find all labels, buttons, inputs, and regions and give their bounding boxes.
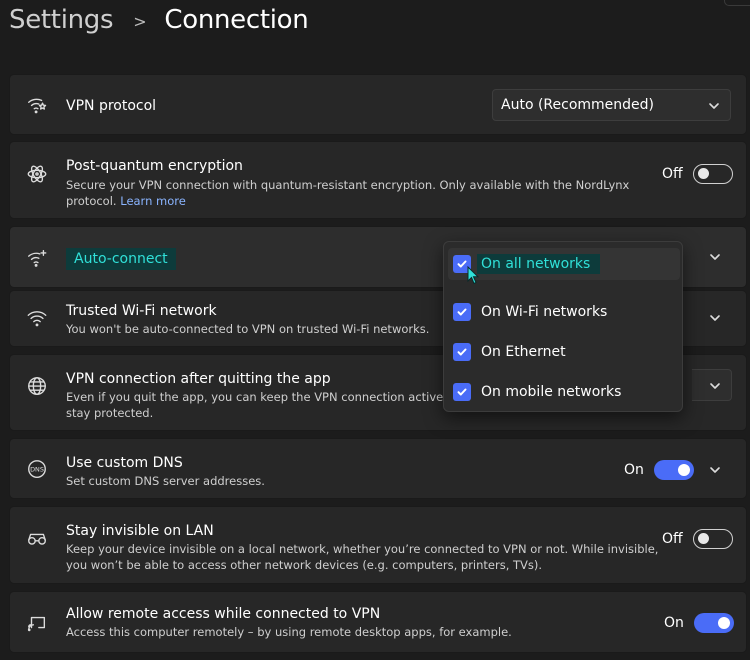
- invisible-lan-desc-line2: you won’t be able to access other networ…: [66, 558, 543, 572]
- vpn-protocol-select-value: Auto (Recommended): [501, 97, 655, 113]
- globe-icon: [25, 374, 49, 398]
- remote-access-toggle-wrap: On: [664, 613, 734, 633]
- post-quantum-toggle[interactable]: [692, 164, 733, 184]
- glasses-icon: [25, 527, 49, 551]
- vpn-protocol-icon: [25, 93, 49, 117]
- vpn-protocol-row: VPN protocol Auto (Recommended): [9, 74, 747, 135]
- remote-access-title: Allow remote access while connected to V…: [66, 606, 381, 622]
- invisible-lan-desc-line1: Keep your device invisible on a local ne…: [66, 542, 659, 556]
- after-quit-title: VPN connection after quitting the app: [66, 371, 331, 387]
- after-quit-select[interactable]: [692, 369, 732, 401]
- after-quit-desc: Even if you quit the app, you can keep t…: [66, 389, 480, 421]
- invisible-lan-desc: Keep your device invisible on a local ne…: [66, 541, 658, 573]
- learn-more-link[interactable]: Learn more: [120, 194, 186, 208]
- chevron-down-icon[interactable]: [707, 249, 723, 265]
- checkbox-checked-icon: [453, 303, 471, 321]
- breadcrumb-settings[interactable]: Settings: [9, 5, 114, 35]
- vpn-protocol-title: VPN protocol: [66, 98, 157, 114]
- dropdown-item-label: On mobile networks: [481, 384, 622, 400]
- post-quantum-title: Post-quantum encryption: [66, 158, 243, 174]
- wifi-icon: [25, 306, 49, 330]
- mouse-cursor-icon: [467, 266, 479, 285]
- remote-access-row: Allow remote access while connected to V…: [9, 591, 747, 653]
- custom-dns-toggle[interactable]: [653, 460, 694, 480]
- custom-dns-title: Use custom DNS: [66, 455, 183, 471]
- dns-icon: DNS: [25, 457, 49, 481]
- dropdown-item-all-networks[interactable]: On all networks: [448, 248, 680, 280]
- trusted-wifi-desc: You won't be auto-connected to VPN on tr…: [66, 322, 430, 336]
- remote-access-desc: Access this computer remotely – by using…: [66, 625, 512, 639]
- custom-dns-toggle-wrap: On: [624, 460, 694, 480]
- invisible-lan-toggle[interactable]: [692, 529, 733, 549]
- invisible-lan-state: Off: [662, 531, 683, 547]
- custom-dns-row[interactable]: DNS Use custom DNS Set custom DNS server…: [9, 438, 747, 499]
- window-corner: [724, 0, 750, 6]
- custom-dns-state: On: [624, 462, 644, 478]
- remote-access-state: On: [664, 615, 684, 631]
- checkbox-checked-icon: [453, 383, 471, 401]
- invisible-lan-toggle-wrap: Off: [662, 529, 733, 549]
- post-quantum-desc: Secure your VPN connection with quantum-…: [66, 177, 629, 209]
- chevron-down-icon[interactable]: [707, 462, 723, 478]
- checkbox-checked-icon: [453, 343, 471, 361]
- post-quantum-toggle-wrap: Off: [662, 164, 733, 184]
- auto-connect-dropdown: On all networks On Wi-Fi networks On Eth…: [443, 241, 683, 412]
- auto-connect-title: Auto-connect: [66, 248, 176, 270]
- dropdown-item-wifi-networks[interactable]: On Wi-Fi networks: [448, 296, 680, 328]
- dropdown-item-label: On Wi-Fi networks: [481, 304, 608, 320]
- post-quantum-desc-line2: protocol.: [66, 194, 117, 208]
- dropdown-item-label: On all networks: [477, 254, 601, 274]
- wifi-sparkle-icon: [25, 246, 49, 270]
- post-quantum-row: Post-quantum encryption Secure your VPN …: [9, 141, 747, 219]
- page-title: Connection: [164, 5, 309, 35]
- post-quantum-state: Off: [662, 166, 683, 182]
- custom-dns-desc: Set custom DNS server addresses.: [66, 474, 265, 488]
- breadcrumb-separator: >: [133, 11, 147, 31]
- chevron-down-icon[interactable]: [707, 310, 723, 326]
- trusted-wifi-title: Trusted Wi-Fi network: [66, 303, 217, 319]
- dropdown-item-label: On Ethernet: [481, 344, 566, 360]
- invisible-lan-title: Stay invisible on LAN: [66, 523, 214, 539]
- svg-text:DNS: DNS: [30, 465, 44, 473]
- breadcrumb: Settings > Connection: [9, 0, 309, 40]
- post-quantum-desc-line1: Secure your VPN connection with quantum-…: [66, 178, 630, 192]
- remote-access-toggle[interactable]: [693, 613, 734, 633]
- chevron-down-icon: [707, 378, 723, 394]
- vpn-protocol-select[interactable]: Auto (Recommended): [492, 89, 731, 121]
- dropdown-item-ethernet[interactable]: On Ethernet: [448, 336, 680, 368]
- invisible-lan-row: Stay invisible on LAN Keep your device i…: [9, 506, 747, 584]
- remote-screen-icon: [25, 611, 49, 635]
- dropdown-item-mobile-networks[interactable]: On mobile networks: [448, 376, 680, 408]
- atom-icon: [25, 162, 49, 186]
- after-quit-desc-line2: stay protected.: [66, 406, 154, 420]
- chevron-down-icon: [706, 98, 722, 114]
- after-quit-desc-line1: Even if you quit the app, you can keep t…: [66, 390, 480, 404]
